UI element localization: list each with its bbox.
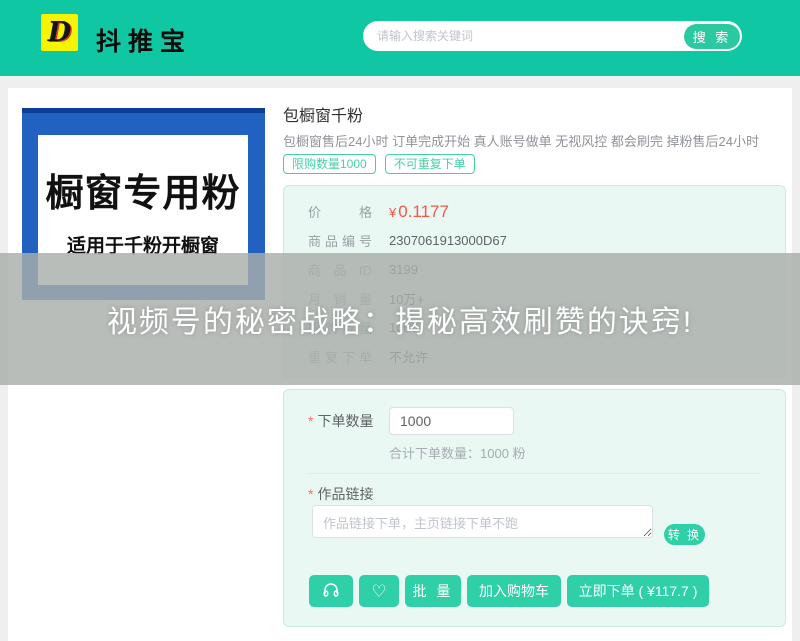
logo-letter: D: [48, 19, 71, 46]
tag-purchase-limit: 限购数量1000: [283, 154, 376, 174]
detail-label: 商品编号: [308, 231, 372, 250]
price-value: ¥0.1177: [389, 202, 449, 222]
product-image-title: 橱窗专用粉: [45, 162, 240, 217]
search-bar: 搜 索: [363, 21, 742, 51]
detail-label: 价格: [308, 202, 372, 221]
product-image-topline: [22, 108, 265, 113]
tag-no-repeat: 不可重复下单: [385, 154, 475, 174]
required-asterisk: *: [308, 486, 313, 502]
action-buttons: ♡ 批 量 加入购物车 立即下单 ( ¥117.7 ): [309, 575, 709, 607]
customer-service-button[interactable]: [309, 575, 353, 607]
brand-name: 抖推宝: [96, 22, 192, 58]
required-asterisk: *: [308, 413, 313, 429]
convert-button[interactable]: 转 换: [664, 524, 705, 545]
watermark-text: 视频号的秘密战略：揭秘高效刷赞的诀窍!: [107, 297, 693, 341]
quantity-label: *下单数量: [308, 411, 373, 431]
detail-row-price: 价格 ¥0.1177: [284, 197, 785, 226]
favorite-button[interactable]: ♡: [359, 575, 399, 607]
search-button[interactable]: 搜 索: [684, 24, 740, 49]
page: D 抖推宝 搜 索 橱窗专用粉 适用于千粉开橱窗 包橱窗千粉 包橱窗售后24小时…: [0, 0, 800, 641]
detail-row-sku: 商品编号 2307061913000D67: [284, 226, 785, 255]
site-logo[interactable]: D: [41, 14, 78, 51]
link-textarea[interactable]: [312, 505, 653, 538]
headset-icon: [322, 581, 340, 602]
watermark-overlay: 视频号的秘密战略：揭秘高效刷赞的诀窍!: [0, 253, 800, 385]
batch-button[interactable]: 批 量: [405, 575, 461, 607]
currency-symbol: ¥: [389, 205, 396, 220]
search-input[interactable]: [365, 29, 684, 43]
heart-icon: ♡: [371, 583, 386, 600]
link-label: *作品链接: [308, 484, 373, 504]
product-description: 包橱窗售后24小时 订单完成开始 真人账号做单 无视风控 都会刷完 掉粉售后24…: [283, 131, 759, 150]
form-divider: [308, 473, 761, 474]
price-number: 0.1177: [398, 202, 449, 221]
order-form-panel: *下单数量 合计下单数量：1000 粉 *作品链接 转 换: [283, 389, 786, 627]
product-title: 包橱窗千粉: [283, 102, 363, 126]
product-tags: 限购数量1000 不可重复下单: [283, 154, 475, 174]
quantity-summary: 合计下单数量：1000 粉: [389, 443, 526, 462]
order-now-button[interactable]: 立即下单 ( ¥117.7 ): [567, 575, 709, 607]
quantity-input[interactable]: [389, 407, 514, 435]
top-navbar: D 抖推宝 搜 索: [0, 0, 800, 76]
add-to-cart-button[interactable]: 加入购物车: [467, 575, 561, 607]
detail-value: 2307061913000D67: [389, 233, 507, 248]
